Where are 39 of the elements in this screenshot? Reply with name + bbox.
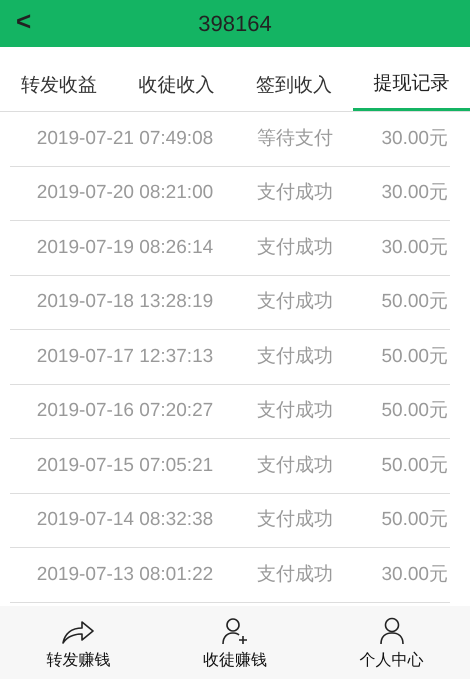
nav-item[interactable]: 收徒赚钱	[156, 606, 314, 679]
record-amount: 50.00元	[380, 399, 449, 423]
record-time: 2019-07-17 12:37:13	[36, 344, 214, 368]
user-icon	[378, 617, 406, 645]
record-amount: 30.00元	[380, 236, 449, 260]
record-status: 支付成功	[256, 344, 334, 368]
record-amount: 30.00元	[380, 126, 449, 150]
nav-item[interactable]: 转发赚钱	[0, 606, 157, 679]
record-status: 支付成功	[256, 181, 334, 205]
record-status: 支付成功	[256, 562, 334, 586]
record-time: 2019-07-18 13:28:19	[36, 290, 214, 314]
tab[interactable]: 收徒收入	[118, 58, 235, 111]
record-time: 2019-07-15 07:05:21	[36, 454, 214, 478]
record-time: 2019-07-20 08:21:00	[36, 181, 214, 205]
record-time: 2019-07-21 07:49:08	[36, 126, 214, 150]
record-amount: 30.00元	[380, 562, 449, 586]
back-button[interactable]: <	[12, 8, 36, 34]
record-amount: 50.00元	[380, 344, 449, 368]
record-status: 支付成功	[256, 290, 334, 314]
add-user-icon	[221, 617, 249, 645]
nav-item[interactable]: 个人中心	[313, 606, 470, 679]
record-amount: 30.00元	[380, 181, 449, 205]
tab[interactable]: 提现记录	[352, 58, 470, 111]
record-time: 2019-07-14 08:32:38	[36, 508, 214, 532]
record-time: 2019-07-19 08:26:14	[36, 236, 214, 260]
record-amount: 50.00元	[380, 290, 449, 314]
tab[interactable]: 转发收益	[0, 58, 118, 111]
record-status: 等待支付	[256, 126, 334, 150]
record-time: 2019-07-16 07:20:27	[36, 399, 214, 423]
record-amount: 50.00元	[380, 454, 449, 478]
record-time: 2019-07-13 08:01:22	[36, 562, 214, 586]
record-status: 支付成功	[256, 508, 334, 532]
share-arrow-icon	[61, 619, 96, 645]
record-status: 支付成功	[256, 454, 334, 478]
page-title: 398164	[198, 10, 272, 38]
tab[interactable]: 签到收入	[235, 58, 352, 111]
record-amount: 50.00元	[380, 508, 449, 532]
record-status: 支付成功	[256, 399, 334, 423]
record-status: 支付成功	[256, 236, 334, 260]
